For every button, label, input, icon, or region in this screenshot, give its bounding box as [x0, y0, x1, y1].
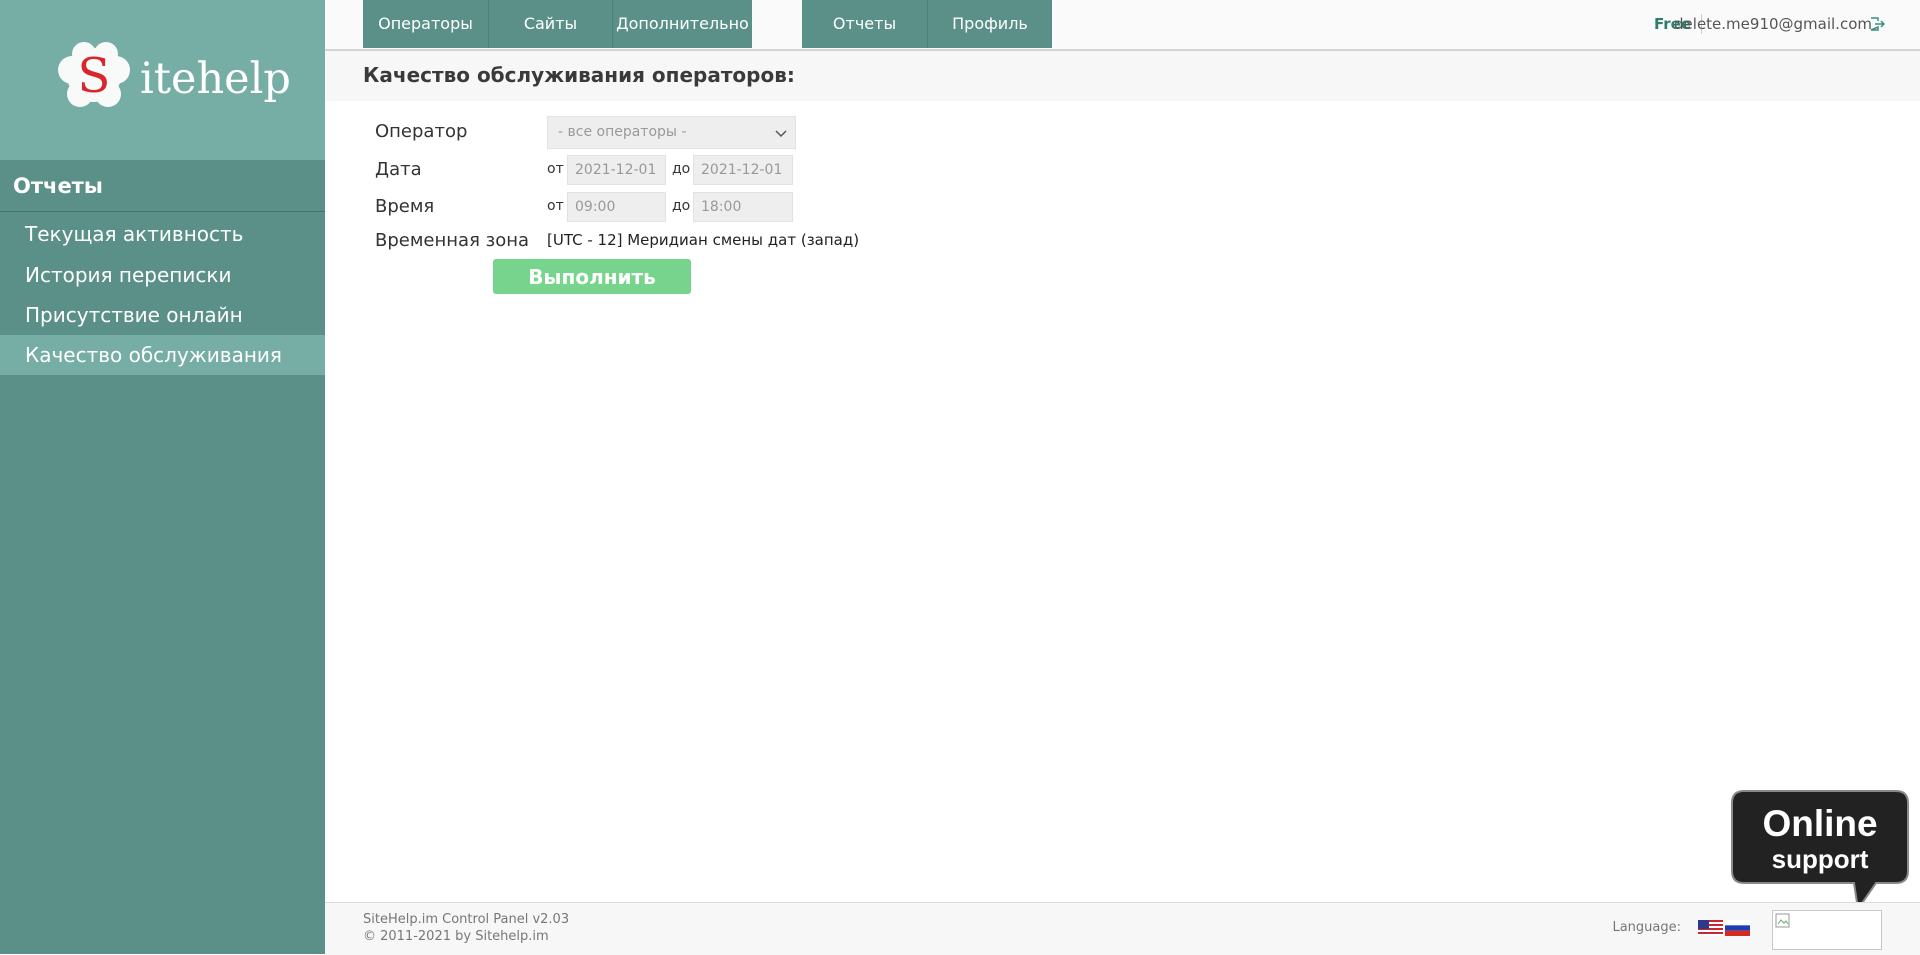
user-email[interactable]: delete.me910@gmail.com: [1674, 0, 1872, 48]
chevron-down-icon: [775, 130, 787, 138]
operator-label: Оператор: [375, 121, 468, 142]
date-label: Дата: [375, 159, 422, 180]
logo-area: S itehelp: [0, 0, 325, 160]
sidebar-item-service-quality[interactable]: Качество обслуживания: [0, 335, 325, 375]
broken-image-icon: [1775, 913, 1790, 928]
logo-cloud-icon: S: [58, 42, 130, 107]
date-from-input[interactable]: 2021-12-01: [567, 155, 666, 185]
operator-select-value: - все операторы -: [558, 124, 687, 140]
counter-image-placeholder: [1772, 910, 1882, 950]
support-line2: support: [1771, 844, 1869, 874]
language-label: Language:: [1612, 920, 1681, 935]
tab-sites[interactable]: Сайты: [489, 0, 612, 48]
sidebar-title: Отчеты: [0, 160, 325, 212]
logo[interactable]: S itehelp: [56, 40, 291, 112]
online-support-widget[interactable]: Online support: [1730, 789, 1910, 911]
date-from-label: от: [547, 161, 564, 177]
run-report-button[interactable]: Выполнить отчет: [493, 259, 691, 324]
logo-letter: S: [78, 48, 111, 104]
support-line1: Online: [1762, 803, 1878, 844]
time-to-input[interactable]: 18:00: [693, 192, 793, 222]
ru-flag-icon[interactable]: [1725, 920, 1750, 936]
logo-text: itehelp: [140, 54, 291, 104]
top-navigation: Операторы Сайты Дополнительно Отчеты Про…: [325, 0, 1920, 51]
footer-copyright: © 2011-2021 by Sitehelp.im: [363, 929, 549, 944]
us-flag-icon[interactable]: [1698, 920, 1723, 936]
page-title: Качество обслуживания операторов:: [363, 63, 795, 87]
time-from-input[interactable]: 09:00: [567, 192, 666, 222]
sidebar-item-online-presence[interactable]: Присутствие онлайн: [0, 295, 325, 335]
tab-additional[interactable]: Дополнительно: [613, 0, 752, 48]
operator-select[interactable]: - все операторы -: [547, 116, 796, 149]
timezone-value: [UTC - 12] Меридиан смены дат (запад): [547, 231, 860, 249]
footer: SiteHelp.im Control Panel v2.03 © 2011-2…: [325, 902, 1920, 955]
tab-operators[interactable]: Операторы: [363, 0, 488, 48]
footer-version: SiteHelp.im Control Panel v2.03: [363, 912, 570, 927]
timezone-label: Временная зона: [375, 230, 530, 251]
time-to-label: до: [672, 198, 691, 214]
sidebar: S itehelp Отчеты Текущая активность Исто…: [0, 0, 325, 954]
tab-reports[interactable]: Отчеты: [802, 0, 927, 48]
time-label: Время: [375, 196, 435, 217]
sidebar-item-chat-history[interactable]: История переписки: [0, 255, 325, 295]
tab-profile[interactable]: Профиль: [928, 0, 1052, 48]
time-from-label: от: [547, 198, 564, 214]
logout-icon[interactable]: [1869, 16, 1885, 32]
sidebar-item-current-activity[interactable]: Текущая активность: [0, 214, 325, 254]
date-to-label: до: [672, 161, 691, 177]
date-to-input[interactable]: 2021-12-01: [693, 155, 793, 185]
title-band: Качество обслуживания операторов:: [325, 51, 1920, 101]
